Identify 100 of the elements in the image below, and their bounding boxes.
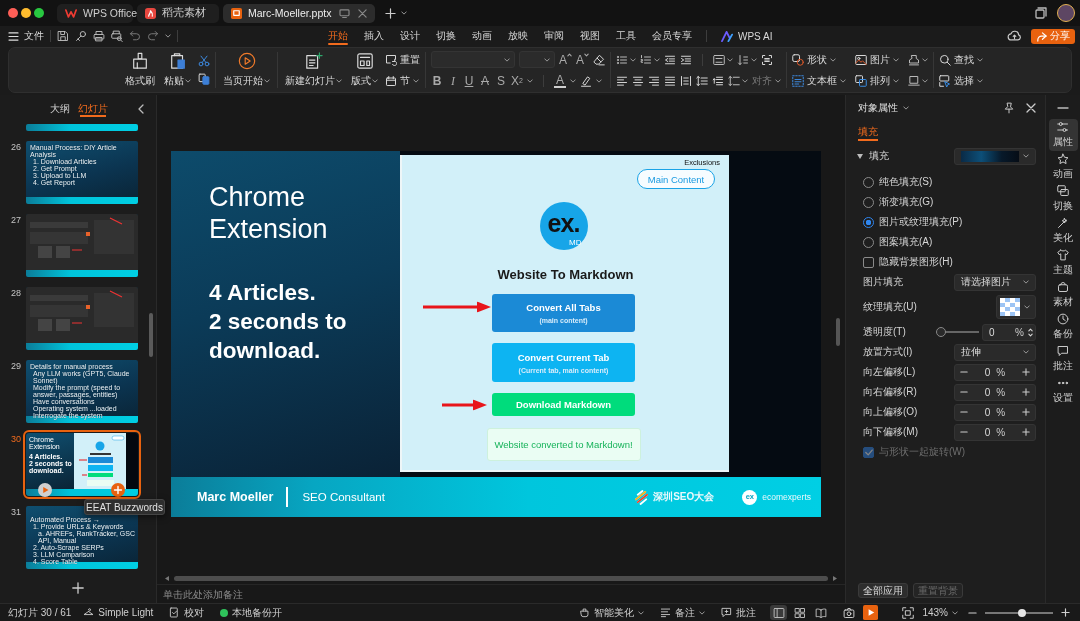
proofing-button[interactable]: 校对 [169,605,205,620]
find-button[interactable]: 查找 [939,51,984,68]
frame-refresh-icon[interactable] [385,53,397,66]
font-size-field[interactable] [519,51,555,68]
document-tab[interactable]: 稻壳素材 [137,3,219,23]
slide-thumbnail[interactable] [26,124,138,131]
plus-icon[interactable] [385,7,396,19]
notes-field[interactable]: 单击此处添加备注 [163,588,463,600]
beautify-button[interactable]: 智能美化 [579,605,645,620]
shape-button[interactable]: 形状 [792,51,847,68]
numbered-list-icon[interactable] [640,53,653,66]
indent-icon[interactable] [680,53,693,66]
arrange-button[interactable]: 排列 [855,72,900,89]
ribbon-tab[interactable]: 视图 [572,26,608,46]
triangle-left-icon[interactable] [165,575,169,581]
ribbon-tab[interactable]: 放映 [500,26,536,46]
slider-thumb[interactable] [936,327,946,337]
scissors-icon[interactable] [198,55,210,67]
plus-icon[interactable] [1061,608,1070,617]
triangle-right-icon[interactable] [833,575,837,581]
text-style-button[interactable]: I [447,73,459,88]
sidebar-tab[interactable]: 设置 [1048,375,1078,407]
ribbon-tab[interactable]: 动画 [464,26,500,46]
dashed-box-icon[interactable] [792,74,805,87]
lines-icon[interactable] [660,607,672,618]
undo-icon[interactable] [129,30,141,42]
document-tab[interactable]: Marc-Moeller.pptx [223,3,375,23]
text-style-button[interactable]: X$^{2}$ [511,73,523,88]
box-lines-icon[interactable] [713,53,726,66]
dropdown[interactable]: 拉伸 [954,343,1036,361]
save-icon[interactable] [57,30,69,42]
add-circle-icon[interactable] [111,483,125,497]
backup-button[interactable]: 本地备份开 [220,605,283,620]
align-right-icon[interactable] [648,74,661,87]
plus-icon[interactable] [1022,408,1030,416]
star-icon[interactable] [1057,153,1069,165]
play-button-icon[interactable] [863,605,879,620]
font-color-button[interactable]: A [554,73,566,88]
play-from-current-button[interactable]: 当页开始 [221,52,272,88]
comments-button[interactable]: 批注 [721,605,757,620]
redo-icon[interactable] [147,30,159,42]
printer-icon[interactable] [93,30,105,42]
distribute-icon[interactable] [680,74,693,87]
sidebar-tab[interactable]: 动画 [1048,151,1078,183]
text-style-button[interactable]: A [479,73,491,88]
minus-icon[interactable] [968,611,977,614]
avatar[interactable] [1057,4,1075,22]
text-style-button[interactable]: S [495,73,507,88]
sidebar-tab[interactable]: 备份 [1048,311,1078,343]
comment-icon[interactable] [1057,345,1069,357]
line-spacing-icon[interactable] [696,74,709,87]
highlighter-icon[interactable] [580,74,592,87]
shirt-icon[interactable] [1057,249,1069,261]
ribbon-tab[interactable]: 开始 [320,26,356,46]
dropdown[interactable]: 请选择图片 [954,273,1036,291]
picture-button[interactable]: 图片 [855,51,900,68]
ribbon-tab[interactable]: 切换 [428,26,464,46]
plus-icon[interactable] [1022,428,1030,436]
ribbon-tab[interactable]: 插入 [356,26,392,46]
scrollbar[interactable] [836,318,840,346]
close-window-icon[interactable] [8,8,18,18]
picture-icon[interactable] [855,53,868,66]
zoom-slider[interactable] [985,611,1053,614]
copy-icon[interactable] [198,73,210,85]
sidebar-tab[interactable]: 素材 [1048,279,1078,311]
bag-icon[interactable] [1057,281,1069,293]
stepper-field[interactable]: 0 % [954,363,1036,381]
sidebar-tab[interactable]: 美化 [1048,215,1078,247]
search-icon[interactable] [939,53,952,66]
stamp-icon[interactable] [908,53,921,66]
spinner-arrows-icon[interactable] [1028,326,1033,338]
section-button[interactable]: 节 [385,72,420,89]
ribbon-tab[interactable]: WPS AI [713,26,781,46]
new-slide-button[interactable]: 新建幻灯片 [283,52,344,88]
minimize-window-icon[interactable] [21,8,31,18]
checkbox[interactable] [863,256,874,268]
layout-button[interactable]: 版式 [349,52,380,88]
spacing-icon[interactable] [728,74,741,87]
bullet-list-icon[interactable] [616,53,629,66]
zoom-button[interactable]: 143% [922,607,958,618]
ribbon-tab[interactable]: 设计 [392,26,428,46]
clock-icon[interactable] [1057,313,1069,325]
scrollbar[interactable] [174,575,828,581]
select-button[interactable]: 选择 [939,72,984,89]
reset-button[interactable]: 重置 [385,51,420,68]
window-icon[interactable] [1035,7,1047,19]
slider-thumb[interactable] [1017,608,1026,617]
stepper-field[interactable]: 0 % [954,423,1036,441]
outdent-icon[interactable] [664,53,677,66]
ribbon-tab[interactable]: 工具 [608,26,644,46]
font-name-field[interactable] [431,51,515,68]
panel-button[interactable]: 全部应用 [858,583,908,598]
sliders-icon[interactable] [1057,121,1069,133]
vertical-arrow-icon[interactable] [737,53,750,66]
shapes-icon[interactable] [792,53,805,66]
eraser-icon[interactable] [593,53,606,66]
sidebar-tab[interactable]: 切换 [1048,183,1078,215]
close-icon[interactable] [1026,103,1036,113]
fit-screen-icon[interactable] [902,606,915,619]
doc-check-icon[interactable] [169,607,181,618]
